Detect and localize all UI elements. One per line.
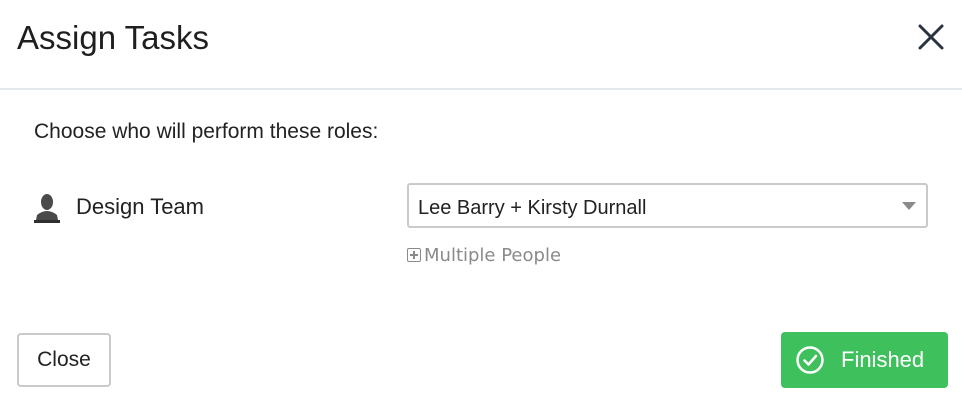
chevron-down-icon (902, 202, 916, 210)
roles-prompt: Choose who will perform these roles: (34, 120, 379, 143)
close-x-icon[interactable] (916, 22, 946, 52)
dialog-header: Assign Tasks (0, 0, 962, 90)
multiple-people-link[interactable]: Multiple People (407, 244, 561, 268)
finished-button[interactable]: Finished (781, 332, 948, 388)
dialog-title: Assign Tasks (17, 19, 209, 56)
assign-tasks-dialog: Assign Tasks Choose who will perform the… (0, 0, 962, 402)
check-circle-icon (795, 345, 825, 375)
person-icon (34, 193, 60, 223)
plus-square-icon (407, 248, 421, 262)
close-x-icon-graphic (918, 24, 944, 50)
close-button[interactable]: Close (17, 333, 111, 387)
multiple-people-label: Multiple People (424, 245, 562, 266)
role-label: Design Team (76, 194, 204, 219)
finished-label: Finished (841, 347, 925, 372)
assignee-select-value: Lee Barry + Kirsty Durnall (418, 197, 647, 219)
assignee-select[interactable]: Lee Barry + Kirsty Durnall (407, 183, 928, 228)
